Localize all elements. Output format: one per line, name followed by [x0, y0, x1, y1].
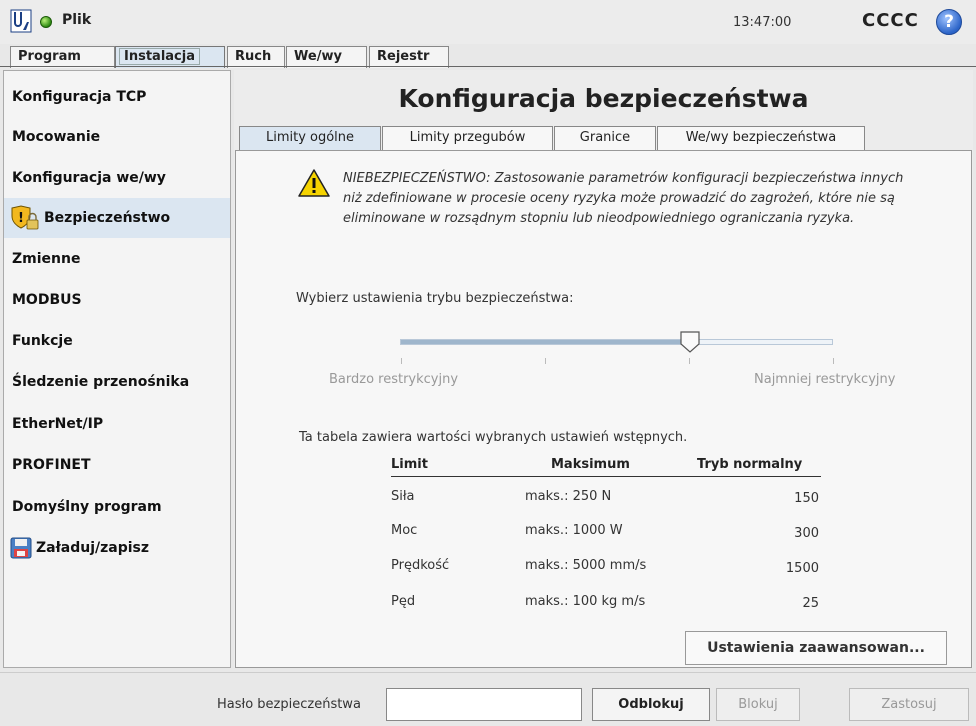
slider-tick — [833, 358, 834, 364]
tab-instalacja[interactable]: Instalacja — [115, 46, 225, 68]
bottom-bar: Hasło bezpieczeństwa Odblokuj Blokuj Zas… — [0, 672, 976, 726]
general-limits-panel: NIEBEZPIECZEŃSTWO: Zastosowanie parametr… — [235, 150, 972, 668]
safety-slider-fill — [401, 340, 692, 344]
tab-label: Ruch — [235, 49, 272, 64]
sidebar-item-label: Funkcje — [12, 333, 73, 349]
tab-label: Instalacja — [119, 48, 200, 65]
sidebar-item-ethernet-ip[interactable]: EtherNet/IP — [4, 404, 230, 444]
sidebar-item-label: PROFINET — [12, 457, 91, 473]
limit-normal-value: 150 — [794, 491, 819, 506]
tab-program[interactable]: Program — [10, 46, 115, 68]
limit-name: Siła — [391, 489, 415, 504]
sidebar-item-label: EtherNet/IP — [12, 416, 104, 432]
limit-max: maks.: 5000 mm/s — [525, 558, 647, 573]
limit-normal-value: 300 — [794, 526, 819, 541]
sidebar-item-variables[interactable]: Zmienne — [4, 239, 230, 279]
tab-general-limits[interactable]: Limity ogólne — [239, 126, 381, 150]
content-area: Konfiguracja bezpieczeństwa Limity ogóln… — [234, 70, 973, 668]
sidebar-item-io-setup[interactable]: Konfiguracja we/wy — [4, 158, 230, 198]
slider-min-label: Bardzo restrykcyjny — [329, 372, 459, 387]
advanced-settings-button[interactable]: Ustawienia zaawansowan... — [685, 631, 947, 665]
sidebar-item-label: Zmienne — [12, 251, 81, 267]
sidebar-item-modbus[interactable]: MODBUS — [4, 280, 230, 320]
sidebar: Konfiguracja TCP Mocowanie Konfiguracja … — [3, 70, 231, 668]
limit-normal-value: 1500 — [785, 561, 819, 576]
limit-name: Prędkość — [391, 558, 450, 573]
lock-button[interactable]: Blokuj — [716, 688, 800, 721]
page-title: Konfiguracja bezpieczeństwa — [398, 84, 809, 113]
slider-tick — [689, 358, 690, 364]
sidebar-item-features[interactable]: Funkcje — [4, 321, 230, 361]
robot-name: CCCC — [862, 10, 919, 31]
safety-slider-thumb[interactable] — [680, 331, 700, 353]
sidebar-item-default-program[interactable]: Domyślny program — [4, 487, 230, 527]
safety-slider-track[interactable] — [400, 339, 833, 345]
sidebar-item-mounting[interactable]: Mocowanie — [4, 117, 230, 157]
sidebar-item-safety[interactable]: ! Bezpieczeństwo — [4, 198, 230, 238]
limit-name: Pęd — [391, 594, 416, 609]
sidebar-item-conveyor-tracking[interactable]: Śledzenie przenośnika — [4, 362, 230, 402]
sidebar-item-label: Załaduj/zapisz — [36, 540, 150, 556]
limit-max: maks.: 100 kg m/s — [525, 594, 646, 609]
tab-rejestr[interactable]: Rejestr — [369, 46, 449, 68]
sidebar-item-label: Domyślny program — [12, 499, 162, 515]
sidebar-item-label: Konfiguracja we/wy — [12, 170, 166, 186]
tab-label: We/wy — [294, 49, 342, 64]
tab-label: Rejestr — [377, 49, 430, 64]
tab-label: Program — [18, 49, 81, 64]
sidebar-item-label: Śledzenie przenośnika — [12, 374, 190, 390]
svg-text:!: ! — [18, 211, 24, 226]
tab-safety-io[interactable]: We/wy bezpieczeństwa — [657, 126, 865, 150]
slider-tick — [401, 358, 402, 364]
tab-boundaries[interactable]: Granice — [554, 126, 656, 150]
unlock-button[interactable]: Odblokuj — [592, 688, 710, 721]
column-header-normal: Tryb normalny — [661, 457, 821, 477]
password-field[interactable] — [386, 688, 582, 721]
top-bar: Plik 13:47:00 CCCC ? — [0, 0, 976, 44]
column-header-limit: Limit — [391, 457, 511, 477]
password-label: Hasło bezpieczeństwa — [217, 697, 361, 712]
warning-text: NIEBEZPIECZEŃSTWO: Zastosowanie parametr… — [343, 171, 904, 226]
limit-max: maks.: 250 N — [525, 489, 612, 504]
tab-joint-limits[interactable]: Limity przegubów — [382, 126, 553, 150]
tab-we-wy[interactable]: We/wy — [286, 46, 367, 68]
tab-ruch[interactable]: Ruch — [227, 46, 285, 68]
help-icon[interactable]: ? — [936, 9, 962, 35]
main-tabs: Program Instalacja Ruch We/wy Rejestr — [0, 44, 976, 68]
limit-normal-value: 25 — [802, 596, 819, 611]
slider-max-label: Najmniej restrykcyjny — [754, 372, 896, 387]
robot-status-icon[interactable] — [40, 16, 52, 28]
floppy-disk-icon — [10, 537, 32, 559]
sidebar-item-label: Konfiguracja TCP — [12, 89, 147, 105]
table-caption: Ta tabela zawiera wartości wybranych ust… — [299, 430, 688, 445]
clock: 13:47:00 — [733, 15, 792, 30]
limit-name: Moc — [391, 523, 418, 538]
sidebar-item-label: Bezpieczeństwo — [44, 210, 171, 226]
safety-mode-label: Wybierz ustawienia trybu bezpieczeństwa: — [296, 291, 574, 306]
sidebar-item-load-save[interactable]: Załaduj/zapisz — [4, 528, 230, 568]
file-menu[interactable]: Plik — [62, 12, 91, 28]
sidebar-item-label: Mocowanie — [12, 129, 101, 145]
warning-icon — [298, 169, 330, 197]
shield-lock-icon: ! — [11, 205, 39, 230]
sidebar-item-profinet[interactable]: PROFINET — [4, 445, 230, 485]
limit-max: maks.: 1000 W — [525, 523, 623, 538]
slider-tick — [545, 358, 546, 364]
sidebar-item-tcp[interactable]: Konfiguracja TCP — [4, 77, 230, 117]
apply-button[interactable]: Zastosuj — [849, 688, 969, 721]
ur-logo-icon — [10, 9, 32, 33]
sidebar-item-label: MODBUS — [12, 292, 82, 308]
column-header-max: Maksimum — [511, 457, 661, 477]
